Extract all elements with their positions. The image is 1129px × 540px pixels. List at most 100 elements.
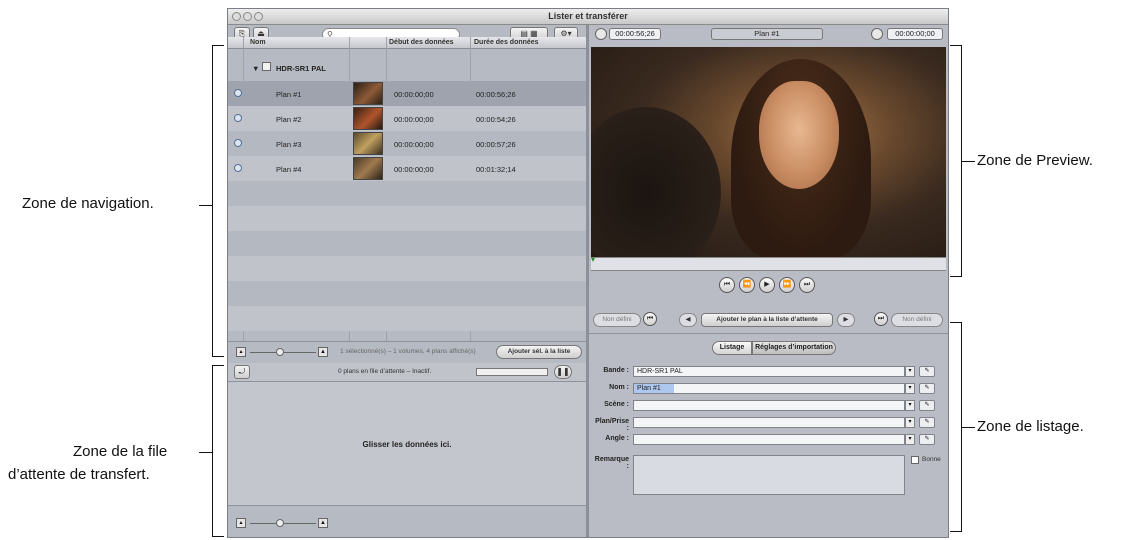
go-to-next-clip-button[interactable]: ⏭: [874, 312, 888, 326]
queue-small-icon[interactable]: ▴: [236, 518, 246, 528]
name-edit-icon[interactable]: ✎: [919, 383, 935, 394]
previous-arrow-button[interactable]: ◀: [679, 313, 697, 327]
app-window: Lister et transférer ⎘ ⏏ ⚲ ▤ ▦ ⚙▾ Nom Dé…: [227, 8, 949, 538]
clip-thumbnail: [353, 157, 383, 180]
select-radio[interactable]: [234, 164, 242, 172]
add-to-queue-button[interactable]: Ajouter le plan à la liste d’attente: [701, 313, 833, 327]
slider-knob[interactable]: [276, 348, 284, 356]
shot-take-edit-icon[interactable]: ✎: [919, 417, 935, 428]
scene-edit-icon[interactable]: ✎: [919, 400, 935, 411]
scene-field[interactable]: [633, 400, 905, 411]
tab-listing[interactable]: Listage: [712, 341, 752, 355]
remarks-textarea[interactable]: [633, 455, 905, 495]
previous-clip-label: Non défini: [593, 313, 641, 327]
clip-thumbnail: [353, 82, 383, 105]
empty-row: [228, 231, 586, 256]
slider-knob[interactable]: [276, 519, 284, 527]
preview-video: [591, 47, 946, 257]
callout-listing: Zone de listage.: [977, 418, 1084, 435]
go-to-start-button[interactable]: ⏮: [719, 277, 735, 293]
preview-listing-panel: 00:00:56;26 Plan #1 00:00:00;00 ▾ ⏮ ⏪ ▶ …: [589, 25, 948, 537]
select-radio[interactable]: [234, 89, 242, 97]
title-bar: Lister et transférer: [228, 9, 948, 25]
name-label: Nom :: [609, 384, 629, 391]
clip-name: Plan #1: [276, 90, 302, 99]
shot-take-dropdown[interactable]: ▾: [905, 417, 915, 428]
angle-field[interactable]: [633, 434, 905, 445]
disclosure-triangle-icon[interactable]: ▼: [252, 64, 259, 73]
good-label: Bonne: [922, 456, 941, 463]
table-row[interactable]: Plan #2 00:00:00;00 00:00:54;26: [228, 106, 586, 131]
pause-icon: ❚❚: [556, 367, 570, 376]
scene-dropdown[interactable]: ▾: [905, 400, 915, 411]
go-to-previous-clip-button[interactable]: ⏮: [643, 312, 657, 326]
step-back-button[interactable]: ⏪: [739, 277, 755, 293]
thumbnail-large-icon[interactable]: ▲: [318, 347, 328, 357]
queue-options-button[interactable]: ⤾: [234, 365, 250, 379]
transport-controls: ⏮ ⏪ ▶ ⏩ ⏭: [719, 275, 819, 297]
select-radio[interactable]: [234, 139, 242, 147]
angle-label: Angle :: [605, 435, 629, 442]
queue-toolbar: ⤾ 0 plans en file d’attente – Inactif. ❚…: [228, 363, 586, 381]
queue-progress-bar: [476, 368, 548, 376]
step-forward-button[interactable]: ⏩: [779, 277, 795, 293]
column-header-start[interactable]: Début des données: [389, 39, 454, 46]
tape-edit-icon[interactable]: ✎: [919, 366, 935, 377]
volume-icon: [262, 62, 271, 71]
name-dropdown[interactable]: ▾: [905, 383, 915, 394]
queue-large-icon[interactable]: ▲: [318, 518, 328, 528]
zoom-window-icon[interactable]: [254, 12, 263, 21]
column-header-name[interactable]: Nom: [250, 39, 266, 46]
empty-row: [228, 281, 586, 306]
clip-thumbnail: [353, 132, 383, 155]
queue-status: 0 plans en file d’attente – Inactif.: [338, 368, 432, 375]
next-arrow-button[interactable]: ▶: [837, 313, 855, 327]
close-window-icon[interactable]: [232, 12, 241, 21]
table-row[interactable]: Plan #1 00:00:00;00 00:00:56;26: [228, 81, 586, 106]
select-radio[interactable]: [234, 114, 242, 122]
volume-name: HDR-SR1 PAL: [276, 64, 326, 73]
angle-edit-icon[interactable]: ✎: [919, 434, 935, 445]
tab-import-settings[interactable]: Réglages d’importation: [752, 341, 836, 355]
callout-navigation: Zone de navigation.: [22, 195, 154, 212]
empty-row: [228, 256, 586, 281]
clip-start: 00:00:00;00: [394, 90, 434, 99]
clip-start: 00:00:00;00: [394, 165, 434, 174]
listing-bracket: [950, 322, 962, 532]
scrubber-bar[interactable]: ▾: [591, 255, 946, 271]
minimize-window-icon[interactable]: [243, 12, 252, 21]
table-row[interactable]: Plan #4 00:00:00;00 00:01:32;14: [228, 156, 586, 181]
tape-dropdown[interactable]: ▾: [905, 366, 915, 377]
good-checkbox[interactable]: [911, 456, 919, 464]
tape-label: Bande :: [603, 367, 629, 374]
preview-bracket: [950, 45, 962, 277]
navigation-bracket: [212, 45, 224, 357]
column-header-duration[interactable]: Durée des données: [474, 39, 539, 46]
next-clip-label: Non défini: [891, 313, 943, 327]
callout-queue-leader: [199, 452, 212, 453]
shot-take-field[interactable]: [633, 417, 905, 428]
callout-queue-line1: Zone de la file: [73, 443, 168, 460]
window-title: Lister et transférer: [548, 11, 628, 21]
go-to-end-button[interactable]: ⏭: [799, 277, 815, 293]
playhead-icon[interactable]: ▾: [591, 255, 595, 264]
clip-name: Plan #3: [276, 140, 302, 149]
angle-dropdown[interactable]: ▾: [905, 434, 915, 445]
play-button[interactable]: ▶: [759, 277, 775, 293]
name-field[interactable]: Plan #1: [633, 383, 905, 394]
add-selection-button[interactable]: Ajouter sél. à la liste: [496, 345, 582, 359]
callout-preview-leader: [962, 161, 975, 162]
clip-duration: 00:01:32;14: [476, 165, 516, 174]
tape-field[interactable]: HDR-SR1 PAL: [633, 366, 905, 377]
thumbnail-small-icon[interactable]: ▴: [236, 347, 246, 357]
pause-queue-button[interactable]: ❚❚: [554, 365, 572, 379]
clip-duration: 00:00:56;26: [476, 90, 516, 99]
current-time-icon: [871, 28, 883, 40]
clip-start: 00:00:00;00: [394, 115, 434, 124]
volume-row[interactable]: ▼ HDR-SR1 PAL: [228, 55, 586, 80]
navigation-footer: ▴ ▲ 1 sélectionné(s) – 1 volumes, 4 plan…: [228, 341, 586, 361]
duration-icon: [595, 28, 607, 40]
table-row[interactable]: Plan #3 00:00:00;00 00:00:57;26: [228, 131, 586, 156]
transfer-queue-area[interactable]: Glisser les données ici.: [228, 381, 586, 506]
listing-form: Bande : HDR-SR1 PAL ▾ ✎ Nom : Plan #1 ▾ …: [589, 365, 948, 535]
